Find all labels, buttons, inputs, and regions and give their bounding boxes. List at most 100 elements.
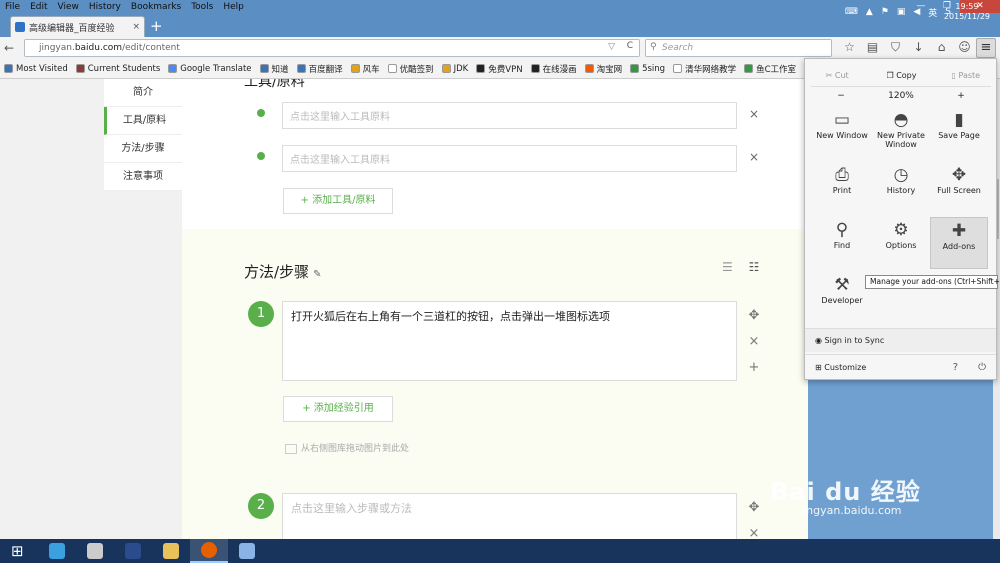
remove-tool-button[interactable]: × <box>749 107 759 121</box>
taskbar-media-button[interactable] <box>76 539 114 563</box>
taskbar-paint-button[interactable] <box>228 539 266 563</box>
bookmark-star-icon[interactable]: ☆ <box>838 40 861 55</box>
social-icon[interactable]: ☺ <box>953 40 976 55</box>
bookmark-item[interactable]: 优酷签到 <box>384 63 438 75</box>
zoom-in-button[interactable]: + <box>931 87 991 104</box>
move-step-icon[interactable]: ✥ <box>746 495 762 521</box>
taskbar-firefox-button[interactable] <box>190 539 228 563</box>
full-screen-button[interactable]: ✥ Full Screen <box>930 162 988 214</box>
print-label: Print <box>832 186 852 195</box>
edit-controls: ✂ Cut ❐ Copy ▯ Paste <box>805 67 998 85</box>
downloads-icon[interactable]: ↓ <box>907 40 930 55</box>
url-prefix: jingyan. <box>39 43 75 53</box>
cut-label: Cut <box>834 71 849 80</box>
menu-view[interactable]: View <box>53 2 84 12</box>
power-icon[interactable]: ⏻ <box>978 355 986 380</box>
ordered-list-icon[interactable]: ☰ <box>722 260 733 274</box>
copy-button[interactable]: ❐ Copy <box>869 67 933 85</box>
remove-step-button[interactable]: × <box>746 329 762 355</box>
step-text-area[interactable]: 打开火狐后在右上角有一个三道杠的按钮，点击弹出一堆图标选项 <box>282 301 737 381</box>
nav-item-steps[interactable]: 方法/步骤 <box>104 135 182 163</box>
zoom-level[interactable]: 120% <box>871 87 931 104</box>
add-step-button[interactable]: + <box>746 355 762 381</box>
cut-button[interactable]: ✂ Cut <box>805 67 869 85</box>
bookmark-item[interactable]: 知道 <box>256 63 293 75</box>
bookmark-item[interactable]: 鱼C工作室 <box>740 63 800 75</box>
unordered-list-icon[interactable]: ☷ <box>749 260 760 274</box>
bookmark-item[interactable]: Google Translate <box>164 64 255 74</box>
taskbar-start-button[interactable]: ⊞ <box>0 539 38 563</box>
pocket-icon[interactable]: ⛉ <box>884 40 907 55</box>
find-button[interactable]: ⚲ Find <box>813 217 871 269</box>
edit-pencil-icon[interactable]: ✎ <box>313 269 321 280</box>
tool-input[interactable]: 点击这里输入工具原料 <box>282 102 737 129</box>
remove-tool-button[interactable]: × <box>749 150 759 164</box>
tray-icon[interactable]: ▣ <box>893 7 910 17</box>
media-icon <box>87 543 103 559</box>
reading-list-icon[interactable]: ▤ <box>861 40 884 55</box>
menu-file[interactable]: File <box>0 2 25 12</box>
menu-history[interactable]: History <box>84 2 126 12</box>
taskbar-internet-explorer-button[interactable] <box>38 539 76 563</box>
bookmark-item[interactable]: JDK <box>438 64 473 74</box>
search-input[interactable]: ⚲ Search <box>645 39 832 57</box>
remove-step-button[interactable]: × <box>746 521 762 539</box>
home-icon[interactable]: ⌂ <box>930 40 953 55</box>
taskbar-league-button[interactable] <box>114 539 152 563</box>
bookmark-item[interactable]: Most Visited <box>0 64 72 74</box>
taskbar-explorer-button[interactable] <box>152 539 190 563</box>
help-icon[interactable]: ? <box>953 355 958 380</box>
tab-close-button[interactable]: × <box>132 22 140 32</box>
step-number: 2 <box>248 493 274 519</box>
add-reference-button[interactable]: + 添加经验引用 <box>283 396 393 422</box>
new-private-window-button[interactable]: ◓ New Private Window <box>872 107 930 159</box>
section-nav: 简介 工具/原料 方法/步骤 注意事项 <box>104 79 182 191</box>
step-text-area[interactable]: 点击这里输入步骤或方法 <box>282 493 737 539</box>
url-bar[interactable]: jingyan. baidu.com/edit/content ▽ C <box>24 39 640 57</box>
new-tab-button[interactable]: + <box>150 17 163 35</box>
customize-button[interactable]: ⊞ Customize ? ⏻ <box>805 354 996 379</box>
image-drop-hint[interactable]: 从右侧图库拖动图片到此处 <box>285 441 409 454</box>
bookmark-item[interactable]: Current Students <box>72 64 165 74</box>
sign-in-sync-button[interactable]: ◉ Sign in to Sync <box>805 328 996 352</box>
developer-button[interactable]: ⚒ Developer <box>813 272 871 324</box>
bookmark-item[interactable]: 风车 <box>347 63 384 75</box>
nav-item-tools[interactable]: 工具/原料 <box>104 107 182 135</box>
firefox-menu-panel: ✂ Cut ❐ Copy ▯ Paste − 120% + ▭ New Windo… <box>804 58 997 380</box>
tool-input[interactable]: 点击这里输入工具原料 <box>282 145 737 172</box>
menu-hamburger-icon[interactable]: ≡ <box>976 38 996 58</box>
back-button[interactable]: ← <box>0 41 18 55</box>
bookmark-item[interactable]: 淘宝网 <box>581 63 627 75</box>
options-button[interactable]: ⚙ Options <box>872 217 930 269</box>
nav-item-intro[interactable]: 简介 <box>104 79 182 107</box>
nav-item-notes[interactable]: 注意事项 <box>104 163 182 191</box>
add-tool-button[interactable]: + 添加工具/原料 <box>283 188 393 214</box>
tab-active[interactable]: 高级编辑器_百度经验 × <box>10 16 145 37</box>
zoom-out-button[interactable]: − <box>811 87 871 104</box>
reload-button[interactable]: C <box>627 41 633 51</box>
tray-icon[interactable]: ◀ <box>909 7 924 17</box>
tray-icon[interactable]: 英 <box>924 6 941 19</box>
clock[interactable]: 19:59 2015/11/29 <box>944 2 990 22</box>
print-button[interactable]: ⎙ Print <box>813 162 871 214</box>
history-button[interactable]: ◷ History <box>872 162 930 214</box>
url-dropdown-icon[interactable]: ▽ <box>608 42 615 52</box>
paste-button[interactable]: ▯ Paste <box>934 67 998 85</box>
menu-tools[interactable]: Tools <box>186 2 218 12</box>
bookmark-item[interactable]: 在线漫画 <box>527 63 581 75</box>
new-window-button[interactable]: ▭ New Window <box>813 107 871 159</box>
tray-icon[interactable]: ▲ <box>862 7 877 17</box>
bookmark-item[interactable]: 百度翻译 <box>293 63 347 75</box>
tray-icon[interactable]: ⌨ <box>841 7 862 17</box>
toolbar-icons: ☆ ▤ ⛉ ↓ ⌂ ☺ <box>838 40 976 55</box>
bookmark-item[interactable]: 清华网络教学 <box>669 63 740 75</box>
add-ons-button[interactable]: ✚ Add-ons <box>930 217 988 269</box>
menu-edit[interactable]: Edit <box>25 2 52 12</box>
menu-help[interactable]: Help <box>218 2 249 12</box>
bookmark-item[interactable]: 免费VPN <box>472 63 526 75</box>
move-step-icon[interactable]: ✥ <box>746 303 762 329</box>
tray-icon[interactable]: ⚑ <box>877 7 893 17</box>
save-page-button[interactable]: ▮ Save Page <box>930 107 988 159</box>
menu-bookmarks[interactable]: Bookmarks <box>126 2 186 12</box>
bookmark-item[interactable]: 5sing <box>626 64 669 74</box>
